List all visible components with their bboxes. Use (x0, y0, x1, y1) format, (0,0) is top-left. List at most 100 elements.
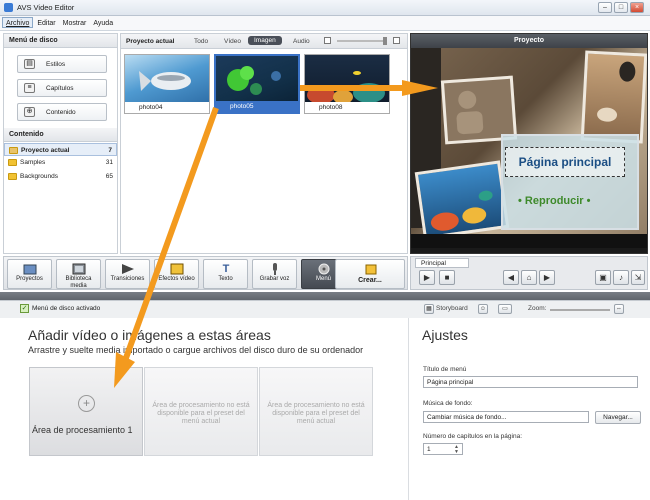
menu-editing-area: Añadir vídeo o imágenes a estas áreas Ar… (0, 318, 650, 500)
record-voice-button[interactable]: Grabar voz (252, 259, 297, 289)
content-section-title: Contenido (4, 128, 117, 142)
maximize-button[interactable]: □ (614, 2, 628, 13)
transitions-button[interactable]: Transiciones (105, 259, 150, 289)
tree-item-samples[interactable]: Samples 31 (4, 156, 117, 169)
stop-button[interactable]: ■ (439, 270, 455, 285)
tree-item-current-project[interactable]: Proyecto actual 7 (4, 143, 117, 156)
chapters-button[interactable]: ≡ Capítulos (17, 79, 107, 97)
monitor-icon[interactable]: ▭ (498, 304, 512, 314)
menu-activated-check-icon[interactable]: ✓ (20, 304, 29, 313)
content-icon: ⊕ (24, 107, 35, 117)
thumb-size-large-icon[interactable] (393, 37, 400, 44)
create-icon (365, 264, 377, 275)
play-button[interactable]: ▶ (419, 270, 435, 285)
microphone-icon (273, 263, 277, 275)
processing-area-1[interactable]: + Área de procesamiento 1 (29, 367, 143, 456)
add-media-title: Añadir vídeo o imágenes a estas áreas (28, 327, 271, 343)
tab-image[interactable]: Imagen (248, 36, 282, 45)
folder-icon (8, 159, 17, 166)
styles-label: Estilos (46, 61, 66, 68)
tree-item-count: 31 (105, 159, 113, 166)
browse-button[interactable]: Navegar... (595, 411, 641, 424)
settings-panel: Ajustes Título de menú Página principal … (408, 318, 650, 500)
close-button[interactable]: × (630, 2, 644, 13)
next-button[interactable]: ▶ (539, 270, 555, 285)
fit-zoom-icon[interactable]: ⇔ (614, 304, 624, 314)
storyboard-icon[interactable]: ▦ (424, 304, 434, 314)
add-icon[interactable]: + (78, 395, 95, 412)
tab-principal[interactable]: Principal (415, 258, 469, 268)
settings-title: Ajustes (422, 327, 468, 343)
projects-button[interactable]: Proyectos (7, 259, 52, 289)
chapters-icon: ≡ (24, 83, 35, 93)
media-thumb-photo04[interactable]: photo04 (124, 54, 210, 114)
create-button[interactable]: Crear... (335, 259, 405, 289)
tree-item-label: Backgrounds (20, 173, 58, 180)
media-library-button[interactable]: Biblioteca media (56, 259, 101, 289)
folder-icon (9, 147, 18, 154)
chapters-per-page-stepper[interactable]: 1 ▲ ▼ (423, 443, 463, 455)
volume-icon[interactable]: ♪ (613, 270, 629, 285)
folder-icon (8, 173, 17, 180)
person-placeholder-icon (456, 90, 484, 135)
preview-page-title[interactable]: Página principal (505, 147, 625, 177)
menu-activated-label[interactable]: Menú de disco activado (32, 305, 100, 312)
home-button[interactable]: ⌂ (521, 270, 537, 285)
transitions-icon (122, 264, 134, 274)
menu-mostrar[interactable]: Mostrar (59, 17, 90, 27)
photo-frame-reef (414, 160, 510, 240)
menu-title-label: Título de menú (423, 366, 467, 373)
storyboard-toggle[interactable]: Storyboard (436, 305, 468, 312)
title-bar: AVS Video Editor – □ × (0, 0, 650, 16)
background-music-field[interactable]: Cambiar música de fondo... (423, 411, 589, 423)
preview-play-label[interactable]: • Reproducir • (518, 195, 591, 207)
transitions-label: Transiciones (110, 276, 145, 282)
disc-menu-title: Menú de disco (4, 34, 117, 48)
minimize-button[interactable]: – (598, 2, 612, 13)
processing-area-2: Área de procesamiento no está disponible… (144, 367, 258, 456)
voice-icon[interactable]: ☺ (478, 304, 488, 314)
tree-item-count: 7 (108, 147, 112, 154)
detach-preview-button[interactable]: ⇲ (631, 270, 645, 285)
tree-item-backgrounds[interactable]: Backgrounds 65 (4, 170, 117, 183)
thumb-size-slider[interactable] (337, 37, 387, 45)
previous-button[interactable]: ◀ (503, 270, 519, 285)
fish-illustration (139, 71, 191, 91)
tab-video[interactable]: Vídeo (224, 38, 241, 45)
seashell-illustration (597, 61, 636, 122)
menu-ayuda[interactable]: Ayuda (89, 17, 116, 27)
menu-archivo[interactable]: Archivo (2, 17, 34, 28)
thumb-size-small-icon[interactable] (324, 37, 331, 44)
splitter[interactable] (0, 292, 650, 300)
media-thumb-photo05[interactable]: photo05 (214, 54, 300, 114)
processing-area-3: Área de procesamiento no está disponible… (259, 367, 373, 456)
scene-bottom-bar (411, 234, 647, 248)
menu-editar[interactable]: Editar (33, 17, 58, 27)
thumb-image (305, 55, 389, 104)
fullscreen-button[interactable]: ▣ (595, 270, 611, 285)
text-button[interactable]: T Texto (203, 259, 248, 289)
app-icon (4, 3, 13, 12)
media-thumb-photo08[interactable]: photo08 (304, 54, 390, 114)
styles-button[interactable]: ▤ Estilos (17, 55, 107, 73)
projects-icon (23, 264, 37, 275)
thumb-caption: photo05 (216, 101, 298, 112)
coral-illustration (227, 66, 281, 95)
tab-all[interactable]: Todo (194, 38, 208, 45)
add-media-subtitle: Arrastre y suelte media importado o carg… (28, 345, 364, 355)
reef-illustration (307, 71, 385, 104)
video-effects-button[interactable]: Efectos vídeo (154, 259, 199, 289)
text-icon: T (222, 263, 230, 275)
reef-illustration (430, 190, 493, 231)
stepper-arrows-icon[interactable]: ▲ ▼ (454, 445, 459, 455)
menu-title-field[interactable]: Página principal (423, 376, 638, 388)
content-button[interactable]: ⊕ Contenido (17, 103, 107, 121)
slider-knob[interactable] (383, 37, 387, 45)
media-library-label: Biblioteca media (65, 276, 92, 289)
tab-audio[interactable]: Audio (293, 38, 310, 45)
window-title: AVS Video Editor (17, 3, 75, 12)
processing-area-1-label: Área de procesamiento 1 (32, 425, 133, 435)
background-music-label: Música de fondo: (423, 400, 473, 407)
view-options-bar: ✓ Menú de disco activado ▦ Storyboard ☺ … (0, 300, 650, 318)
zoom-slider[interactable] (550, 309, 610, 311)
